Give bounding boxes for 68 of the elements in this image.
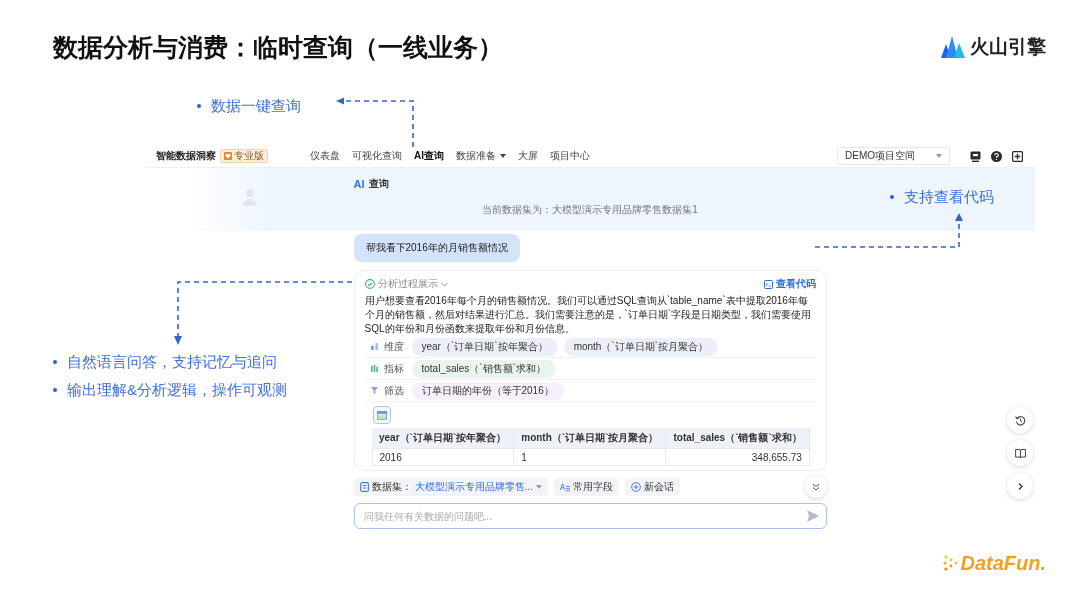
plus-circle-icon xyxy=(630,482,641,492)
field-list-icon xyxy=(559,482,570,492)
page-title: 查询 xyxy=(368,177,389,191)
caret-icon xyxy=(535,485,542,489)
dataset-notice: 当前数据集为：大模型演示专用品牌零售数据集1 xyxy=(481,203,699,217)
book-icon xyxy=(1014,447,1026,459)
plus-square-icon[interactable] xyxy=(1012,150,1023,162)
metric-icon xyxy=(370,365,378,372)
bullet-icon xyxy=(53,360,57,364)
table-header-cell: month（`订单日期`按月聚合） xyxy=(513,428,666,449)
dimension-tag: month（`订单日期`按月聚合） xyxy=(563,337,719,356)
check-circle-icon xyxy=(364,279,375,289)
project-select[interactable]: DEMO项目空间 xyxy=(837,147,950,165)
guide-button[interactable] xyxy=(1007,440,1033,466)
monitor-icon[interactable] xyxy=(970,150,981,162)
document-icon xyxy=(359,482,369,492)
filter-icon xyxy=(370,387,378,394)
nav-tab[interactable]: 大屏 xyxy=(518,149,538,163)
metric-tag: total_sales（`销售额`求和） xyxy=(411,359,556,378)
dots-logo-icon xyxy=(943,553,960,573)
filter-tag: 订单日期的年份（等于2016） xyxy=(411,381,564,400)
bullet-icon xyxy=(53,388,57,392)
table-header-cell: year（`订单日期`按年聚合） xyxy=(372,428,514,449)
mountain-logo-icon xyxy=(941,36,965,58)
slide-title: 数据分析与消费：临时查询（一线业务） xyxy=(53,32,503,63)
table-cell: 348,655.73 xyxy=(665,448,810,466)
app-brand: 智能数据洞察 xyxy=(156,149,216,163)
callout-text: 自然语言问答，支持记忆与追问 xyxy=(67,352,277,372)
nav-tab[interactable]: 仪表盘 xyxy=(310,149,340,163)
heart-badge-icon xyxy=(224,152,232,160)
dataset-select[interactable]: 数据集： 大模型演示专用品牌零售... xyxy=(353,478,548,496)
dimension-icon xyxy=(370,343,378,350)
table-cell: 2016 xyxy=(372,448,514,466)
field-label: 维度 xyxy=(383,339,404,354)
history-button[interactable] xyxy=(1007,407,1033,433)
table-cell: 1 xyxy=(513,448,666,466)
logo-text: 火山引擎 xyxy=(970,35,1046,59)
bullet-icon xyxy=(890,195,894,199)
bullet-icon xyxy=(197,104,201,108)
scroll-down-button[interactable] xyxy=(804,476,827,498)
callout-text: 支持查看代码 xyxy=(904,187,994,207)
caret-icon xyxy=(936,154,942,158)
table-view-button[interactable] xyxy=(372,406,391,424)
help-icon[interactable] xyxy=(991,150,1002,162)
edition-badge: 专业版 xyxy=(220,149,268,163)
view-code-link[interactable]: 查看代码 xyxy=(775,277,816,291)
nav-tab[interactable]: 数据准备 xyxy=(456,149,506,163)
nav-tab[interactable]: 项目中心 xyxy=(550,149,590,163)
double-chevron-down-icon xyxy=(811,483,820,491)
user-message: 帮我看下2016年的月销售额情况 xyxy=(353,234,520,262)
common-fields-button[interactable]: 常用字段 xyxy=(553,478,619,496)
history-icon xyxy=(1014,414,1026,426)
code-icon[interactable] xyxy=(763,279,773,289)
callout-text: 数据一键查询 xyxy=(211,96,301,116)
ai-label: AI xyxy=(353,178,365,190)
callout-text: 输出理解&分析逻辑，操作可观测 xyxy=(67,380,287,400)
analysis-text: 用户想要查看2016年每个月的销售额情况。我们可以通过SQL查询从`table_name`表中提取2016年每个月的销售额，然后对结果进行汇总。我们需要注意的是，`订单日期`字段是日期类型，我们需要使用SQL的年份和月份函数来提取年份和月份信息。 xyxy=(364,294,813,336)
table-icon xyxy=(376,410,387,420)
new-chat-button[interactable]: 新会话 xyxy=(624,478,680,496)
field-label: 筛选 xyxy=(383,383,404,398)
field-label: 指标 xyxy=(383,361,404,376)
dimension-tag: year（`订单日期`按年聚合） xyxy=(411,337,558,356)
table-header-cell: total_sales（`销售额`求和） xyxy=(665,428,810,449)
process-toggle[interactable]: 分析过程展示 xyxy=(377,277,438,291)
nav-tab[interactable]: 可视化查询 xyxy=(352,149,402,163)
chat-input[interactable]: 问我任何有关数据的问题吧... xyxy=(353,503,827,529)
nav-tab[interactable]: AI查询 xyxy=(414,149,444,163)
footer-logo-text: DataFun. xyxy=(960,551,1046,575)
